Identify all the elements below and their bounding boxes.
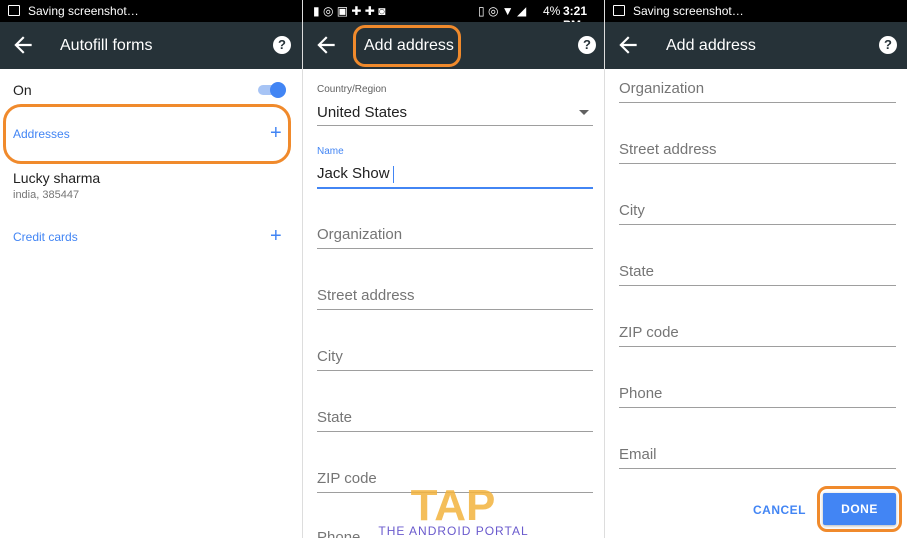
tap-logo: TAP: [411, 481, 496, 530]
name-label: Name: [317, 146, 344, 157]
name-value: Jack Show: [317, 165, 390, 182]
battery-percent: 4%: [543, 4, 561, 18]
autofill-toggle[interactable]: [258, 82, 286, 98]
organization-field[interactable]: Organization: [317, 226, 593, 249]
back-arrow-icon[interactable]: [10, 32, 36, 58]
add-address-screen-bottom: Saving screenshot… Add address ? Organiz…: [604, 0, 907, 538]
address-entry-name: Lucky sharma: [13, 170, 101, 186]
app-bar: Autofill forms ?: [0, 22, 302, 69]
notification-icons: ▮ ◎ ▣ ✚ ✚ ◙: [313, 4, 386, 18]
page-title: Autofill forms: [60, 37, 153, 54]
country-value: United States: [317, 104, 408, 121]
text-cursor: [392, 165, 394, 183]
country-label: Country/Region: [317, 84, 387, 95]
help-icon[interactable]: ?: [879, 36, 897, 54]
street-address-field[interactable]: Street address: [619, 141, 896, 164]
credit-cards-label: Credit cards: [13, 230, 78, 244]
done-button[interactable]: DONE: [823, 493, 896, 525]
app-bar: Add address ?: [605, 22, 907, 69]
status-bar: ▮ ◎ ▣ ✚ ✚ ◙ ▯ ◎ ▼ ◢ 4% 3:21 PM: [303, 0, 605, 32]
cancel-button[interactable]: CANCEL: [753, 503, 806, 517]
autofill-forms-screen: Saving screenshot… Autofill forms ? On A…: [0, 0, 302, 538]
add-address-screen-top: ▮ ◎ ▣ ✚ ✚ ◙ ▯ ◎ ▼ ◢ 4% 3:21 PM Add addre…: [302, 0, 605, 538]
toggle-thumb: [270, 82, 286, 98]
email-field[interactable]: Email: [619, 446, 896, 469]
autofill-on-label: On: [13, 82, 32, 98]
country-select[interactable]: United States: [317, 104, 593, 126]
add-credit-card-icon[interactable]: +: [270, 225, 282, 248]
page-title: Add address: [666, 37, 756, 54]
system-icons: ▯ ◎ ▼ ◢: [478, 4, 527, 18]
status-text: Saving screenshot…: [28, 4, 139, 18]
back-arrow-icon[interactable]: [615, 32, 641, 58]
zip-code-field[interactable]: ZIP code: [619, 324, 896, 347]
city-field[interactable]: City: [317, 348, 593, 371]
dropdown-arrow-icon: [579, 110, 589, 115]
image-icon: [8, 5, 20, 16]
highlight-title: [353, 25, 461, 67]
organization-field[interactable]: Organization: [619, 80, 896, 103]
help-icon[interactable]: ?: [578, 36, 596, 54]
state-field[interactable]: State: [317, 409, 593, 432]
add-address-icon[interactable]: +: [270, 122, 282, 145]
status-text: Saving screenshot…: [633, 4, 744, 18]
help-icon[interactable]: ?: [273, 36, 291, 54]
city-field[interactable]: City: [619, 202, 896, 225]
tap-logo-text: TAP: [411, 481, 496, 524]
phone-field[interactable]: Phone: [619, 385, 896, 408]
state-field[interactable]: State: [619, 263, 896, 286]
watermark-text: THE ANDROID PORTAL: [378, 524, 529, 538]
status-bar: Saving screenshot…: [0, 0, 302, 22]
addresses-label: Addresses: [13, 127, 70, 141]
image-icon: [613, 5, 625, 16]
name-input[interactable]: Jack Show: [317, 165, 593, 189]
back-arrow-icon[interactable]: [313, 32, 339, 58]
status-bar: Saving screenshot…: [605, 0, 907, 22]
street-address-field[interactable]: Street address: [317, 287, 593, 310]
watermark: TAP THE ANDROID PORTAL: [366, 480, 541, 538]
address-entry-detail: india, 385447: [13, 189, 80, 201]
address-entry[interactable]: Lucky sharma india, 385447: [13, 170, 283, 204]
